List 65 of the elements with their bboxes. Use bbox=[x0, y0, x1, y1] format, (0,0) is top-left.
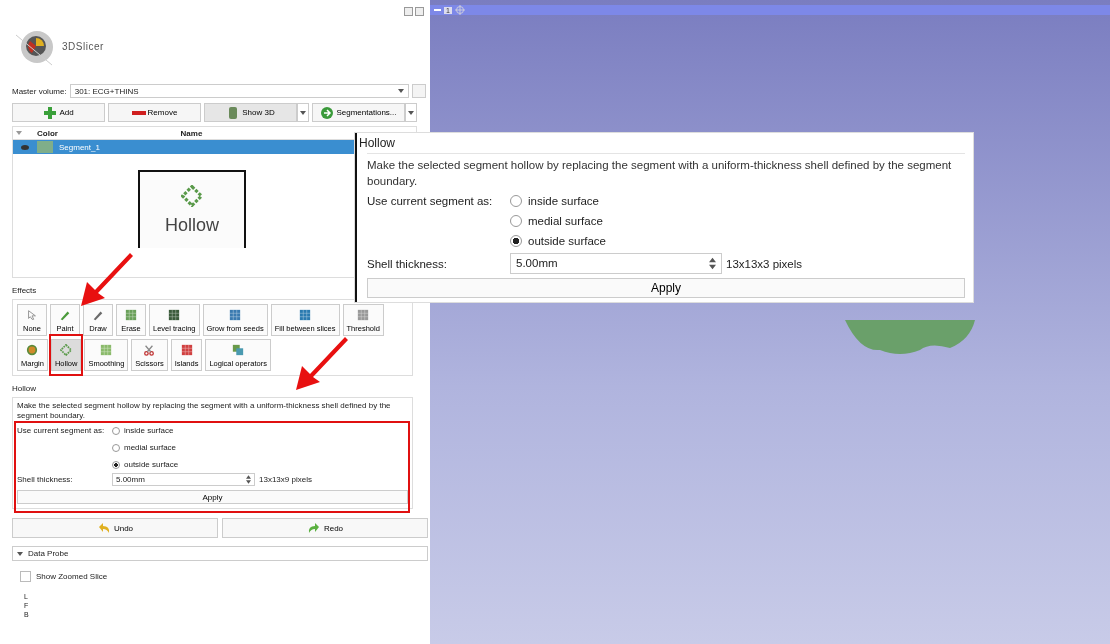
column-header: Color bbox=[37, 128, 59, 138]
caret-icon bbox=[17, 550, 23, 557]
effects-label: Effects bbox=[12, 286, 38, 296]
cursor-icon bbox=[26, 309, 38, 321]
surface-radio-option[interactable]: outside surface bbox=[510, 235, 606, 248]
diamond-icon bbox=[181, 184, 203, 207]
shell-thickness-label: Shell thickness: bbox=[17, 475, 74, 485]
plus-icon bbox=[43, 106, 58, 119]
redo-button[interactable]: Redo bbox=[222, 518, 428, 539]
caret-icon bbox=[408, 110, 414, 115]
data-probe-header[interactable]: Data Probe bbox=[12, 546, 428, 562]
crosshair-icon[interactable] bbox=[454, 5, 465, 15]
hollow-section-label: Hollow bbox=[12, 384, 37, 394]
master-volume-dropdown[interactable]: 301: ECG+THINS bbox=[69, 84, 409, 98]
pixels-readout: 13x13x9 pixels bbox=[259, 475, 312, 485]
minus-icon[interactable] bbox=[434, 8, 441, 12]
use-segment-label: Use current segment as: bbox=[367, 195, 494, 208]
caret-icon bbox=[16, 131, 22, 135]
table-icon bbox=[299, 309, 312, 321]
grid-icon bbox=[180, 344, 193, 356]
surface-radio-option[interactable]: medial surface bbox=[112, 443, 179, 453]
grid-icon bbox=[100, 344, 113, 356]
highlight-frame bbox=[49, 334, 83, 376]
use-segment-label: Use current segment as: bbox=[17, 426, 106, 436]
pixels-readout: 13x13x3 pixels bbox=[726, 257, 803, 270]
dropdown-caret-button[interactable] bbox=[405, 103, 417, 122]
show-zoomed-slice-checkbox[interactable]: Show Zoomed Slice bbox=[20, 571, 430, 583]
float-icon[interactable] bbox=[404, 7, 413, 16]
circle-icon bbox=[26, 344, 39, 356]
spin-arrows-icon[interactable] bbox=[709, 257, 716, 271]
master-volume-label: Master volume: bbox=[12, 86, 67, 96]
caret-icon bbox=[300, 110, 306, 115]
spin-arrows-icon[interactable] bbox=[246, 475, 251, 485]
arrow-circle-icon bbox=[320, 106, 335, 119]
show3d-button[interactable]: Show 3D bbox=[204, 103, 297, 122]
grid-icon bbox=[229, 309, 242, 321]
surface-radio-option[interactable]: medial surface bbox=[510, 215, 606, 228]
column-header: Name bbox=[179, 128, 204, 138]
add-button[interactable]: Add bbox=[12, 103, 105, 122]
eye-icon[interactable] bbox=[21, 144, 29, 150]
scissors-icon bbox=[143, 344, 156, 356]
thickness-spinbox[interactable]: 5.00mm bbox=[112, 473, 255, 487]
redo-icon bbox=[306, 522, 321, 535]
caret-icon bbox=[398, 89, 404, 93]
undo-icon bbox=[96, 522, 111, 535]
hollow-description: Make the selected segment hollow by replacing the segment with a uniform-thickness shell defined by the segment boundary. bbox=[17, 401, 392, 421]
apply-button[interactable]: Apply bbox=[367, 278, 965, 299]
squares-icon bbox=[232, 344, 245, 356]
surface-radio-option[interactable]: inside surface bbox=[510, 195, 606, 208]
color-swatch[interactable] bbox=[37, 141, 53, 153]
diamond-icon bbox=[60, 344, 73, 356]
callout-description: Make the selected segment hollow by replacing the segment with a uniform-thickness shell defined by the segment boundary. bbox=[367, 158, 953, 189]
surface-radio-option[interactable]: outside surface bbox=[112, 460, 179, 470]
thickness-spinbox[interactable]: 5.00mm bbox=[510, 253, 722, 275]
segmentations-button[interactable]: Segmentations... bbox=[312, 103, 405, 122]
pencil-icon bbox=[92, 309, 104, 321]
data-probe-title: Data Probe bbox=[28, 549, 69, 559]
dropdown-caret-button[interactable] bbox=[297, 103, 309, 122]
apply-button[interactable]: Apply bbox=[17, 490, 408, 505]
remove-button[interactable]: Remove bbox=[108, 103, 201, 122]
brush-icon bbox=[59, 309, 71, 321]
shell-thickness-label: Shell thickness: bbox=[367, 257, 448, 270]
app-logo-text: 3DSlicer bbox=[62, 41, 104, 52]
surface-radio-option[interactable]: inside surface bbox=[112, 426, 179, 436]
undo-button[interactable]: Undo bbox=[12, 518, 218, 539]
